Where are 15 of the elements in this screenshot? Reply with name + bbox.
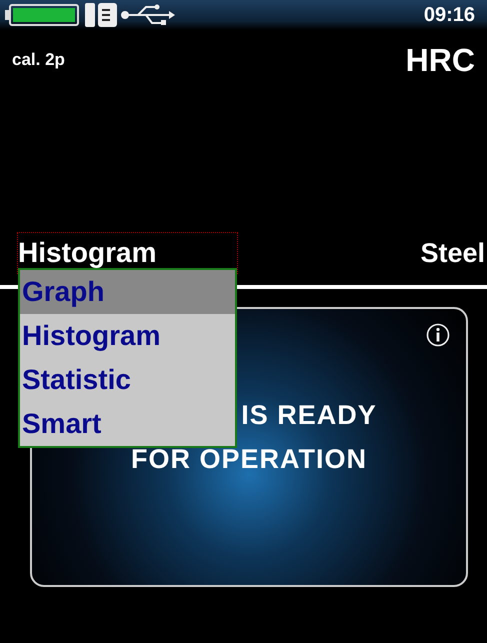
menu-item[interactable]: Graph	[20, 270, 235, 314]
mode-selector[interactable]: Histogram	[18, 233, 237, 273]
hardness-scale: HRC	[406, 42, 475, 78]
usb-icon	[120, 4, 176, 26]
menu-item[interactable]: Statistic	[20, 358, 235, 402]
menu-item[interactable]: Smart	[20, 402, 235, 446]
status-message: IS READY	[241, 399, 377, 432]
memory-card-icon	[84, 2, 118, 28]
menu-item[interactable]: Histogram	[20, 314, 235, 358]
battery-icon	[4, 3, 80, 27]
info-icon[interactable]	[426, 323, 450, 347]
material-label: Steel	[420, 238, 485, 268]
calibration-label: cal. 2p	[12, 50, 65, 70]
status-message: FOR OPERATION	[130, 443, 367, 476]
clock-time: 09:16	[424, 4, 475, 26]
